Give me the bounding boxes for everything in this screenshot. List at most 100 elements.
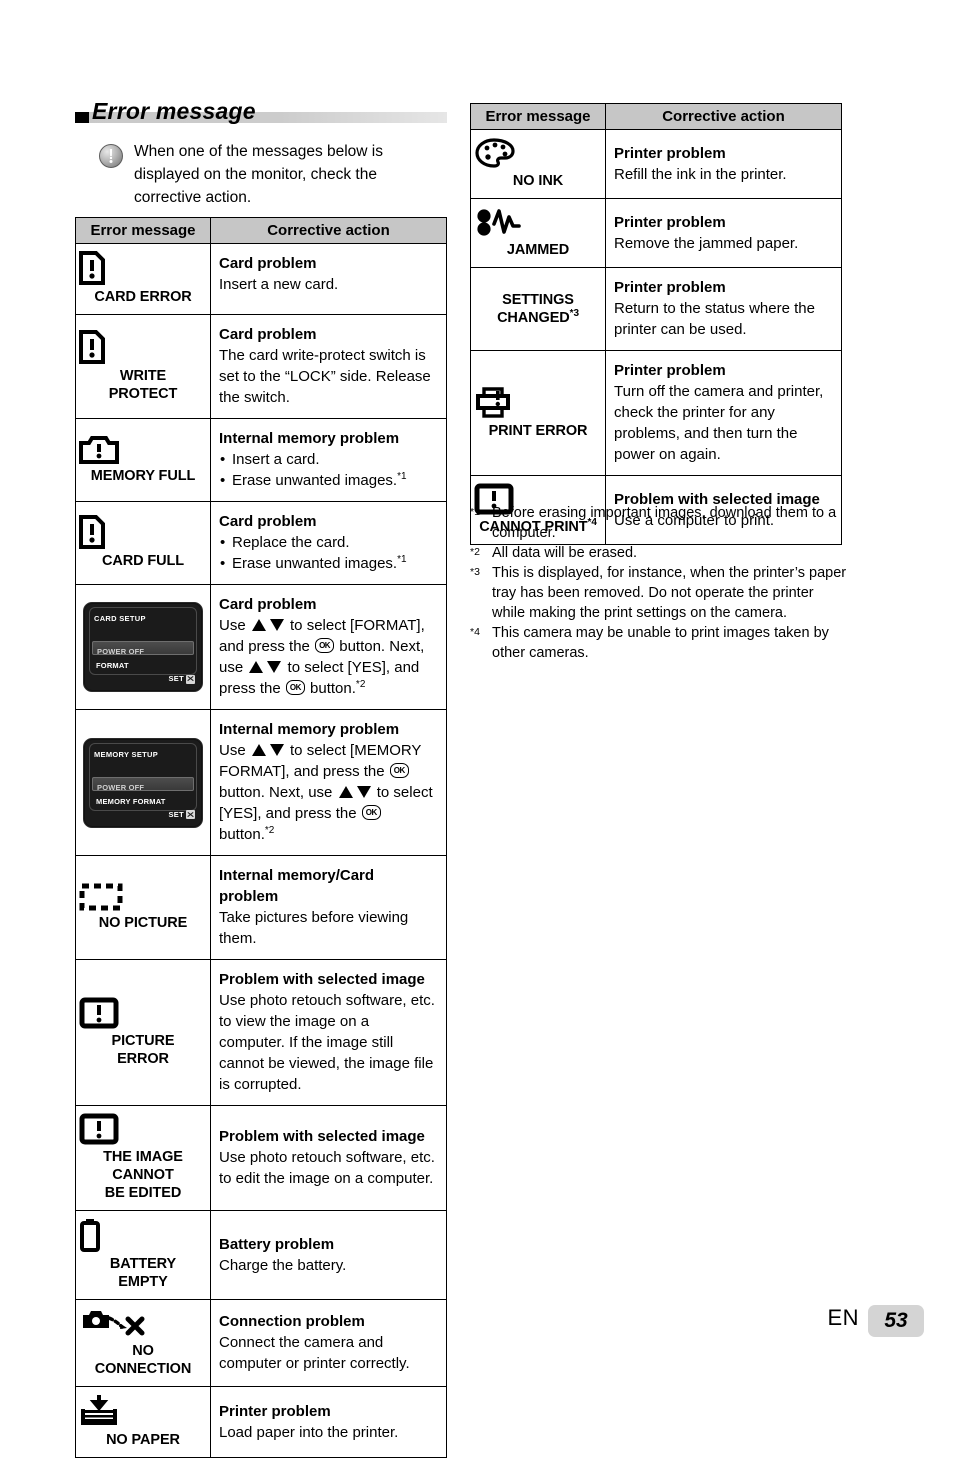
corrective-action-cell: Internal memory/Card problem Take pictur… — [210, 855, 447, 960]
table-row: THE IMAGE CANNOT BE EDITED Problem with … — [75, 1105, 447, 1211]
ok-button-icon — [186, 674, 195, 684]
lcd-menu-option: MEMORY FORMAT — [96, 796, 166, 806]
action-heading: Card problem — [219, 596, 317, 613]
action-heading: Problem with selected image — [219, 971, 425, 988]
error-message-cell: MEMORY FULL — [75, 418, 211, 502]
corrective-action-cell: Printer problem Refill the ink in the pr… — [605, 129, 842, 199]
error-message-cell: THE IMAGE CANNOT BE EDITED — [75, 1105, 211, 1211]
page-number-badge: 53 — [868, 1305, 924, 1337]
bullet-item: Erase unwanted images.1 — [219, 470, 436, 491]
page-title: Error message — [92, 98, 256, 124]
table-row: NO INK Printer problem Refill the ink in… — [470, 129, 842, 199]
footnote-item: *1 Before erasing important images, down… — [470, 503, 850, 543]
error-label: PRINT ERROR — [488, 423, 588, 439]
section-title-block: Error message — [75, 98, 447, 125]
action-body: Use to select [FORMAT], and press the OK… — [219, 615, 436, 699]
action-body: Use photo retouch software, etc. to view… — [219, 992, 435, 1093]
error-message-cell: MEMORY SETUP POWER OFF MEMORY FORMAT SET — [75, 709, 211, 856]
ok-button-icon: OK — [315, 638, 335, 653]
corrective-action-cell: Printer problem Load paper into the prin… — [210, 1386, 447, 1458]
action-heading: Card problem — [219, 326, 317, 343]
down-arrow-icon — [269, 619, 284, 631]
footnote-mark: *4 — [470, 626, 480, 638]
corrective-action-cell: Card problem Replace the card. Erase unw… — [210, 501, 447, 585]
page-footer: EN 53 — [0, 1287, 954, 1357]
action-heading: Card problem — [219, 255, 317, 272]
action-body: Insert a new card. — [219, 276, 339, 293]
intro-note-text: When one of the messages below is displa… — [134, 143, 383, 206]
corrective-action-cell: Printer problem Remove the jammed paper. — [605, 198, 842, 268]
error-label: PICTURE ERROR — [111, 1032, 175, 1067]
table-row: MEMORY SETUP POWER OFF MEMORY FORMAT SET… — [75, 709, 447, 856]
action-body: Use photo retouch software, etc. to edit… — [219, 1149, 435, 1187]
table-row: PRINT ERROR Printer problem Turn off the… — [470, 350, 842, 476]
footnote-text: Before erasing important images, downloa… — [492, 505, 837, 541]
action-body: Take pictures before viewing them. — [219, 909, 409, 947]
error-label: WRITE PROTECT — [108, 367, 178, 402]
down-arrow-icon — [267, 661, 282, 673]
error-label: BATTERY EMPTY — [109, 1256, 177, 1290]
error-message-cell: JAMMED — [470, 198, 606, 268]
column-header-corrective-action: Corrective action — [605, 103, 842, 130]
error-message-table-right: Error message Corrective action NO INK P… — [470, 103, 842, 545]
error-message-table-left: Error message Corrective action CARD ERR… — [75, 217, 447, 1458]
language-code: EN — [827, 1305, 859, 1330]
lcd-selected-item: POWER OFF — [92, 641, 194, 656]
down-arrow-icon — [356, 786, 371, 798]
table-row: PICTURE ERROR Problem with selected imag… — [75, 959, 447, 1106]
card-error-icon — [79, 515, 207, 549]
footnote-item: *4 This camera may be unable to print im… — [470, 623, 850, 663]
table-row: MEMORY FULL Internal memory problem Inse… — [75, 418, 447, 502]
table-row: CARD ERROR Card problem Insert a new car… — [75, 243, 447, 315]
table-row: NO PICTURE Internal memory/Card problem … — [75, 855, 447, 960]
footnote-item: *3 This is displayed, for instance, when… — [470, 563, 850, 623]
bullet-item: Insert a card. — [219, 449, 436, 470]
footnote-text: This is displayed, for instance, when th… — [492, 565, 847, 621]
column-header-corrective-action: Corrective action — [210, 217, 447, 244]
bullet-item: Replace the card. — [219, 532, 436, 553]
card-error-icon — [79, 251, 207, 285]
error-message-cell: NO INK — [470, 129, 606, 199]
corrective-action-cell: Printer problem Turn off the camera and … — [605, 350, 842, 476]
column-header-error-message: Error message — [75, 217, 211, 244]
action-heading: Printer problem — [614, 144, 726, 162]
action-heading: Printer problem — [614, 213, 726, 231]
lcd-title: CARD SETUP — [94, 614, 146, 623]
error-message-cell: PRINT ERROR — [470, 350, 606, 476]
footnote-ref: 2 — [356, 679, 365, 690]
table-row: WRITE PROTECT Card problem The card writ… — [75, 314, 447, 419]
footnote-text: All data will be erased. — [492, 545, 638, 561]
lcd-title: MEMORY SETUP — [94, 749, 159, 759]
table-row: CARD SETUP POWER OFF FORMAT SET Card pro… — [75, 584, 447, 710]
action-body: Use to select [MEMORY FORMAT], and press… — [219, 740, 436, 845]
ok-button-icon: OK — [389, 763, 409, 778]
up-arrow-icon — [338, 786, 353, 798]
table-header-row: Error message Corrective action — [75, 217, 447, 244]
action-body: Return to the status where the printer c… — [614, 300, 815, 338]
corrective-action-cell: Problem with selected image Use photo re… — [210, 959, 447, 1106]
error-message-cell: NO PICTURE — [75, 855, 211, 960]
action-bullets: Replace the card. Erase unwanted images.… — [219, 532, 436, 574]
lcd-menu-option: FORMAT — [96, 661, 129, 670]
error-message-cell: CARD SETUP POWER OFF FORMAT SET — [75, 584, 211, 710]
no-ink-palette-icon — [474, 137, 602, 169]
camera-memory-icon — [79, 434, 207, 464]
table-row: JAMMED Printer problem Remove the jammed… — [470, 198, 842, 268]
action-body: Charge the battery. — [219, 1256, 347, 1274]
error-message-cell: CARD FULL — [75, 501, 211, 585]
error-message-cell: PICTURE ERROR — [75, 959, 211, 1106]
card-error-icon — [79, 329, 207, 364]
error-label: CARD FULL — [101, 553, 185, 569]
table-row: CARD FULL Card problem Replace the card.… — [75, 501, 447, 585]
action-body: Remove the jammed paper. — [614, 234, 799, 252]
action-heading: Internal memory/Card problem — [219, 867, 375, 905]
lcd-set-hint: SET — [169, 806, 195, 824]
action-body: The card write-protect switch is set to … — [219, 347, 431, 406]
footnote-item: *2 All data will be erased. — [470, 543, 850, 563]
column-header-error-message: Error message — [470, 103, 606, 130]
action-heading: Card problem — [219, 513, 317, 530]
action-body: Load paper into the printer. — [219, 1423, 399, 1441]
no-picture-icon — [79, 883, 207, 911]
ok-button-icon: OK — [285, 680, 305, 695]
action-bullets: Insert a card. Erase unwanted images.1 — [219, 449, 436, 491]
